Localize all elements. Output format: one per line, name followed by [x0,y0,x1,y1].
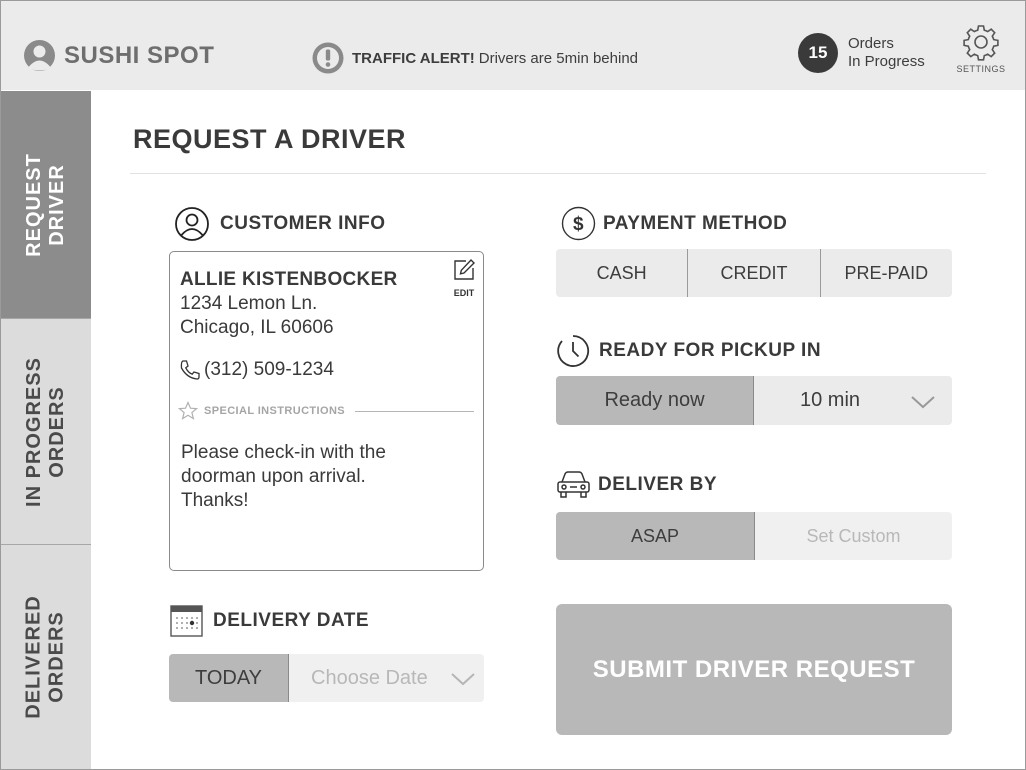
payment-method-title: PAYMENT METHOD [603,212,788,234]
ready-now-option[interactable]: Ready now [556,376,754,425]
customer-phone: (312) 509-1234 [178,358,334,382]
payment-method-selector: CASH CREDIT PRE-PAID [556,249,952,297]
chevron-down-icon [451,673,475,686]
star-icon [178,401,198,420]
special-instructions-text: Please check-in with the doorman upon ar… [181,442,386,511]
pickup-heading: READY FOR PICKUP IN [556,334,821,368]
deliver-by-title: DELIVER BY [598,474,718,495]
orders-in-progress-label[interactable]: Orders In Progress [848,35,925,71]
payment-option-credit[interactable]: CREDIT [688,249,821,297]
asap-option[interactable]: ASAP [556,512,755,560]
payment-option-cash[interactable]: CASH [556,249,689,297]
payment-method-heading: $ PAYMENT METHOD [561,206,787,241]
customer-info-title: CUSTOMER INFO [220,213,386,234]
sidebar-item-label: DRIVER [46,163,68,246]
pickup-time-selector: Ready now 10 min [556,376,952,425]
user-avatar-icon [24,40,55,71]
customer-card: ALLIE KISTENBOCKER 1234 Lemon Ln. Chicag… [169,251,484,571]
phone-icon [180,360,200,380]
edit-label: EDIT [453,288,475,298]
special-instructions-label: SPECIAL INSTRUCTIONS [204,405,346,417]
clock-icon [557,335,590,367]
customer-name: ALLIE KISTENBOCKER [180,269,398,290]
settings-button[interactable]: SETTINGS [951,23,1011,74]
submit-driver-request-button[interactable]: SUBMIT DRIVER REQUEST [556,604,952,735]
app-header: SUSHI SPOT TRAFFIC ALERT! Drivers are 5m… [1,1,1025,90]
gear-icon [963,25,999,61]
sidebar: REQUEST DRIVER IN PROGRESS ORDERS DELIVE… [1,91,91,769]
alert-title: TRAFFIC ALERT! [352,49,475,67]
sidebar-item-label: ORDERS [46,385,69,478]
deliver-by-heading: DELIVER BY [556,470,717,500]
orders-label-line1: Orders [848,35,894,52]
delivery-date-heading: DELIVERY DATE [170,604,369,637]
pickup-minutes-value: 10 min [800,389,861,411]
customer-phone-number: (312) 509-1234 [204,359,334,380]
set-custom-option[interactable]: Set Custom [755,512,952,560]
sidebar-item-in-progress-orders[interactable]: IN PROGRESS ORDERS [1,319,91,545]
pickup-minutes-dropdown[interactable]: 10 min [754,376,952,425]
payment-option-prepaid[interactable]: PRE-PAID [821,249,952,297]
delivery-date-title: DELIVERY DATE [213,609,370,631]
page-title: REQUEST A DRIVER [133,124,407,154]
sidebar-item-label: DELIVERED [23,595,45,719]
calendar-icon [170,605,203,637]
sidebar-item-label: IN PROGRESS [23,356,46,507]
customer-info-heading: CUSTOMER INFO [174,206,386,242]
orders-label-line2: In Progress [848,53,925,70]
svg-text:$: $ [573,214,584,235]
title-divider [130,173,986,174]
sidebar-item-label: ORDERS [46,611,68,703]
sidebar-item-delivered-orders[interactable]: DELIVERED ORDERS [1,545,91,769]
car-icon [557,471,590,498]
delivery-date-selector: TODAY Choose Date [169,654,484,702]
pickup-title: READY FOR PICKUP IN [599,340,822,361]
deliver-by-selector: ASAP Set Custom [556,512,952,560]
today-option[interactable]: TODAY [169,654,289,702]
edit-icon [454,258,475,280]
customer-address-line1: 1234 Lemon Ln. [180,293,318,314]
brand: SUSHI SPOT [23,39,214,72]
alert-icon [312,42,344,74]
special-instructions-divider [355,410,474,412]
person-icon [175,207,209,241]
choose-date-dropdown[interactable]: Choose Date [289,654,484,702]
customer-address-line2: Chicago, IL 60606 [180,317,334,338]
sidebar-item-label: REQUEST [23,152,45,257]
chevron-down-icon [911,396,935,409]
orders-count-badge[interactable]: 15 [798,33,838,73]
dollar-icon: $ [561,206,596,241]
special-instructions-header: SPECIAL INSTRUCTIONS [178,401,474,421]
traffic-alert: TRAFFIC ALERT! Drivers are 5min behind [311,41,638,75]
alert-message: Drivers are 5min behind [478,49,639,67]
brand-name: SUSHI SPOT [64,41,215,69]
settings-label: SETTINGS [956,64,1006,74]
edit-customer-button[interactable]: EDIT [451,258,477,298]
choose-date-placeholder: Choose Date [311,666,428,689]
sidebar-item-request-driver[interactable]: REQUEST DRIVER [1,91,91,319]
